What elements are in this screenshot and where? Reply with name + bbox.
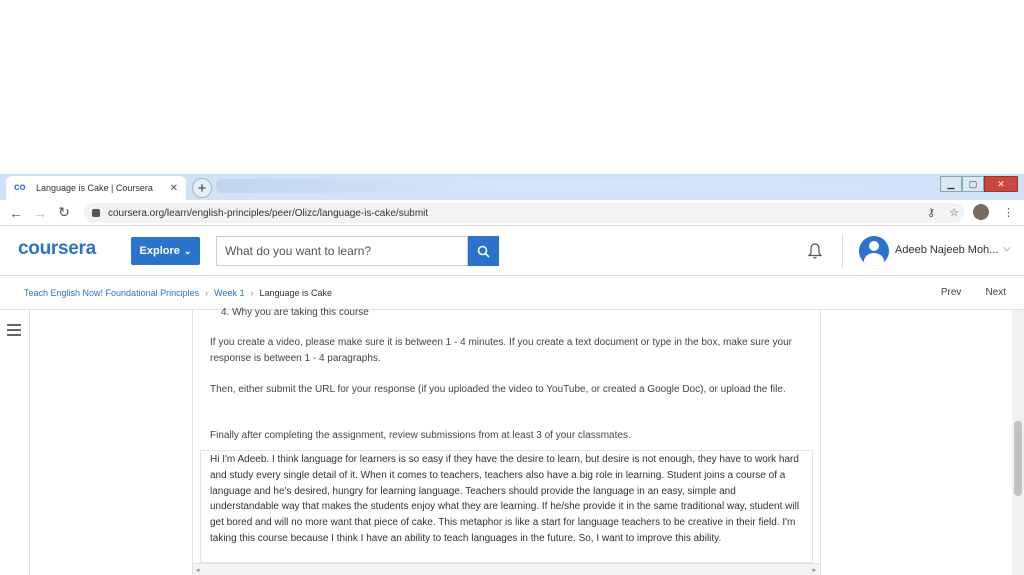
address-bar[interactable]: coursera.org/learn/english-principles/pe…: [84, 203, 964, 223]
left-rail: [0, 310, 30, 575]
star-icon[interactable]: ☆: [949, 206, 959, 219]
window-controls: ▁ ▢ ✕: [940, 176, 1018, 192]
blurred-tab-area: [216, 179, 946, 193]
new-tab-button[interactable]: +: [192, 178, 212, 198]
horizontal-scrollbar[interactable]: ◂ ▸: [193, 563, 819, 575]
scroll-right-icon[interactable]: ▸: [812, 566, 816, 574]
browser-tab[interactable]: co Language is Cake | Coursera ✕: [6, 176, 186, 200]
close-window-button[interactable]: ✕: [984, 176, 1018, 192]
browser-toolbar: ← → ↻ coursera.org/learn/english-princip…: [0, 200, 1024, 226]
instruction-paragraph: Finally after completing the assignment,…: [210, 430, 631, 441]
lock-icon: [92, 209, 100, 217]
search-icon: [477, 245, 490, 258]
site-header: coursera Explore ⌄ What do you want to l…: [0, 226, 1024, 276]
explore-button[interactable]: Explore ⌄: [131, 237, 200, 265]
minimize-button[interactable]: ▁: [940, 176, 962, 192]
key-icon[interactable]: ⚷: [927, 206, 935, 219]
url-text: coursera.org/learn/english-principles/pe…: [108, 207, 429, 219]
forward-arrow-icon[interactable]: →: [28, 205, 52, 221]
tab-close-icon[interactable]: ✕: [170, 183, 178, 194]
instruction-list-item: 4. Why you are taking this course: [221, 307, 369, 318]
chevron-down-icon[interactable]: ⌵: [1003, 243, 1011, 254]
reload-icon[interactable]: ↻: [52, 204, 76, 221]
scrollbar-thumb[interactable]: [1014, 421, 1022, 496]
prev-link[interactable]: Prev: [941, 287, 962, 298]
header-divider: [842, 234, 843, 268]
back-arrow-icon[interactable]: ←: [4, 205, 28, 221]
menu-dots-icon[interactable]: ⋮: [1003, 206, 1014, 219]
vertical-scrollbar[interactable]: [1012, 310, 1024, 575]
scroll-left-icon[interactable]: ◂: [196, 566, 200, 574]
explore-label: Explore: [139, 245, 180, 257]
search-placeholder: What do you want to learn?: [225, 244, 372, 258]
blank-area: [0, 0, 1024, 174]
breadcrumb-current: Language is Cake: [259, 287, 333, 298]
browser-tabbar: co Language is Cake | Coursera ✕ + ▁ ▢ ✕: [0, 174, 1024, 200]
notification-bell-icon[interactable]: [806, 242, 824, 260]
list-menu-icon[interactable]: [7, 324, 21, 336]
user-avatar[interactable]: [859, 236, 889, 266]
next-link[interactable]: Next: [985, 287, 1006, 298]
chevron-right-icon: ›: [250, 287, 254, 298]
coursera-favicon-icon: co: [14, 182, 26, 193]
user-name[interactable]: Adeeb Najeeb Moh...: [895, 244, 998, 256]
breadcrumb-course[interactable]: Teach English Now! Foundational Principl…: [24, 288, 199, 298]
maximize-button[interactable]: ▢: [962, 176, 984, 192]
instruction-paragraph: If you create a video, please make sure …: [210, 337, 792, 364]
tab-title: Language is Cake | Coursera: [36, 183, 153, 193]
submission-text: Hi I'm Adeeb. I think language for learn…: [210, 454, 800, 544]
search-input[interactable]: What do you want to learn?: [216, 236, 468, 266]
coursera-logo[interactable]: coursera: [18, 238, 96, 260]
chevron-right-icon: ›: [205, 287, 209, 298]
breadcrumb-week[interactable]: Week 1: [214, 288, 244, 298]
instruction-paragraph: Then, either submit the URL for your res…: [210, 384, 786, 395]
profile-avatar-icon[interactable]: [973, 204, 989, 220]
chevron-down-icon: ⌄: [183, 245, 192, 256]
search-button[interactable]: [468, 236, 499, 266]
